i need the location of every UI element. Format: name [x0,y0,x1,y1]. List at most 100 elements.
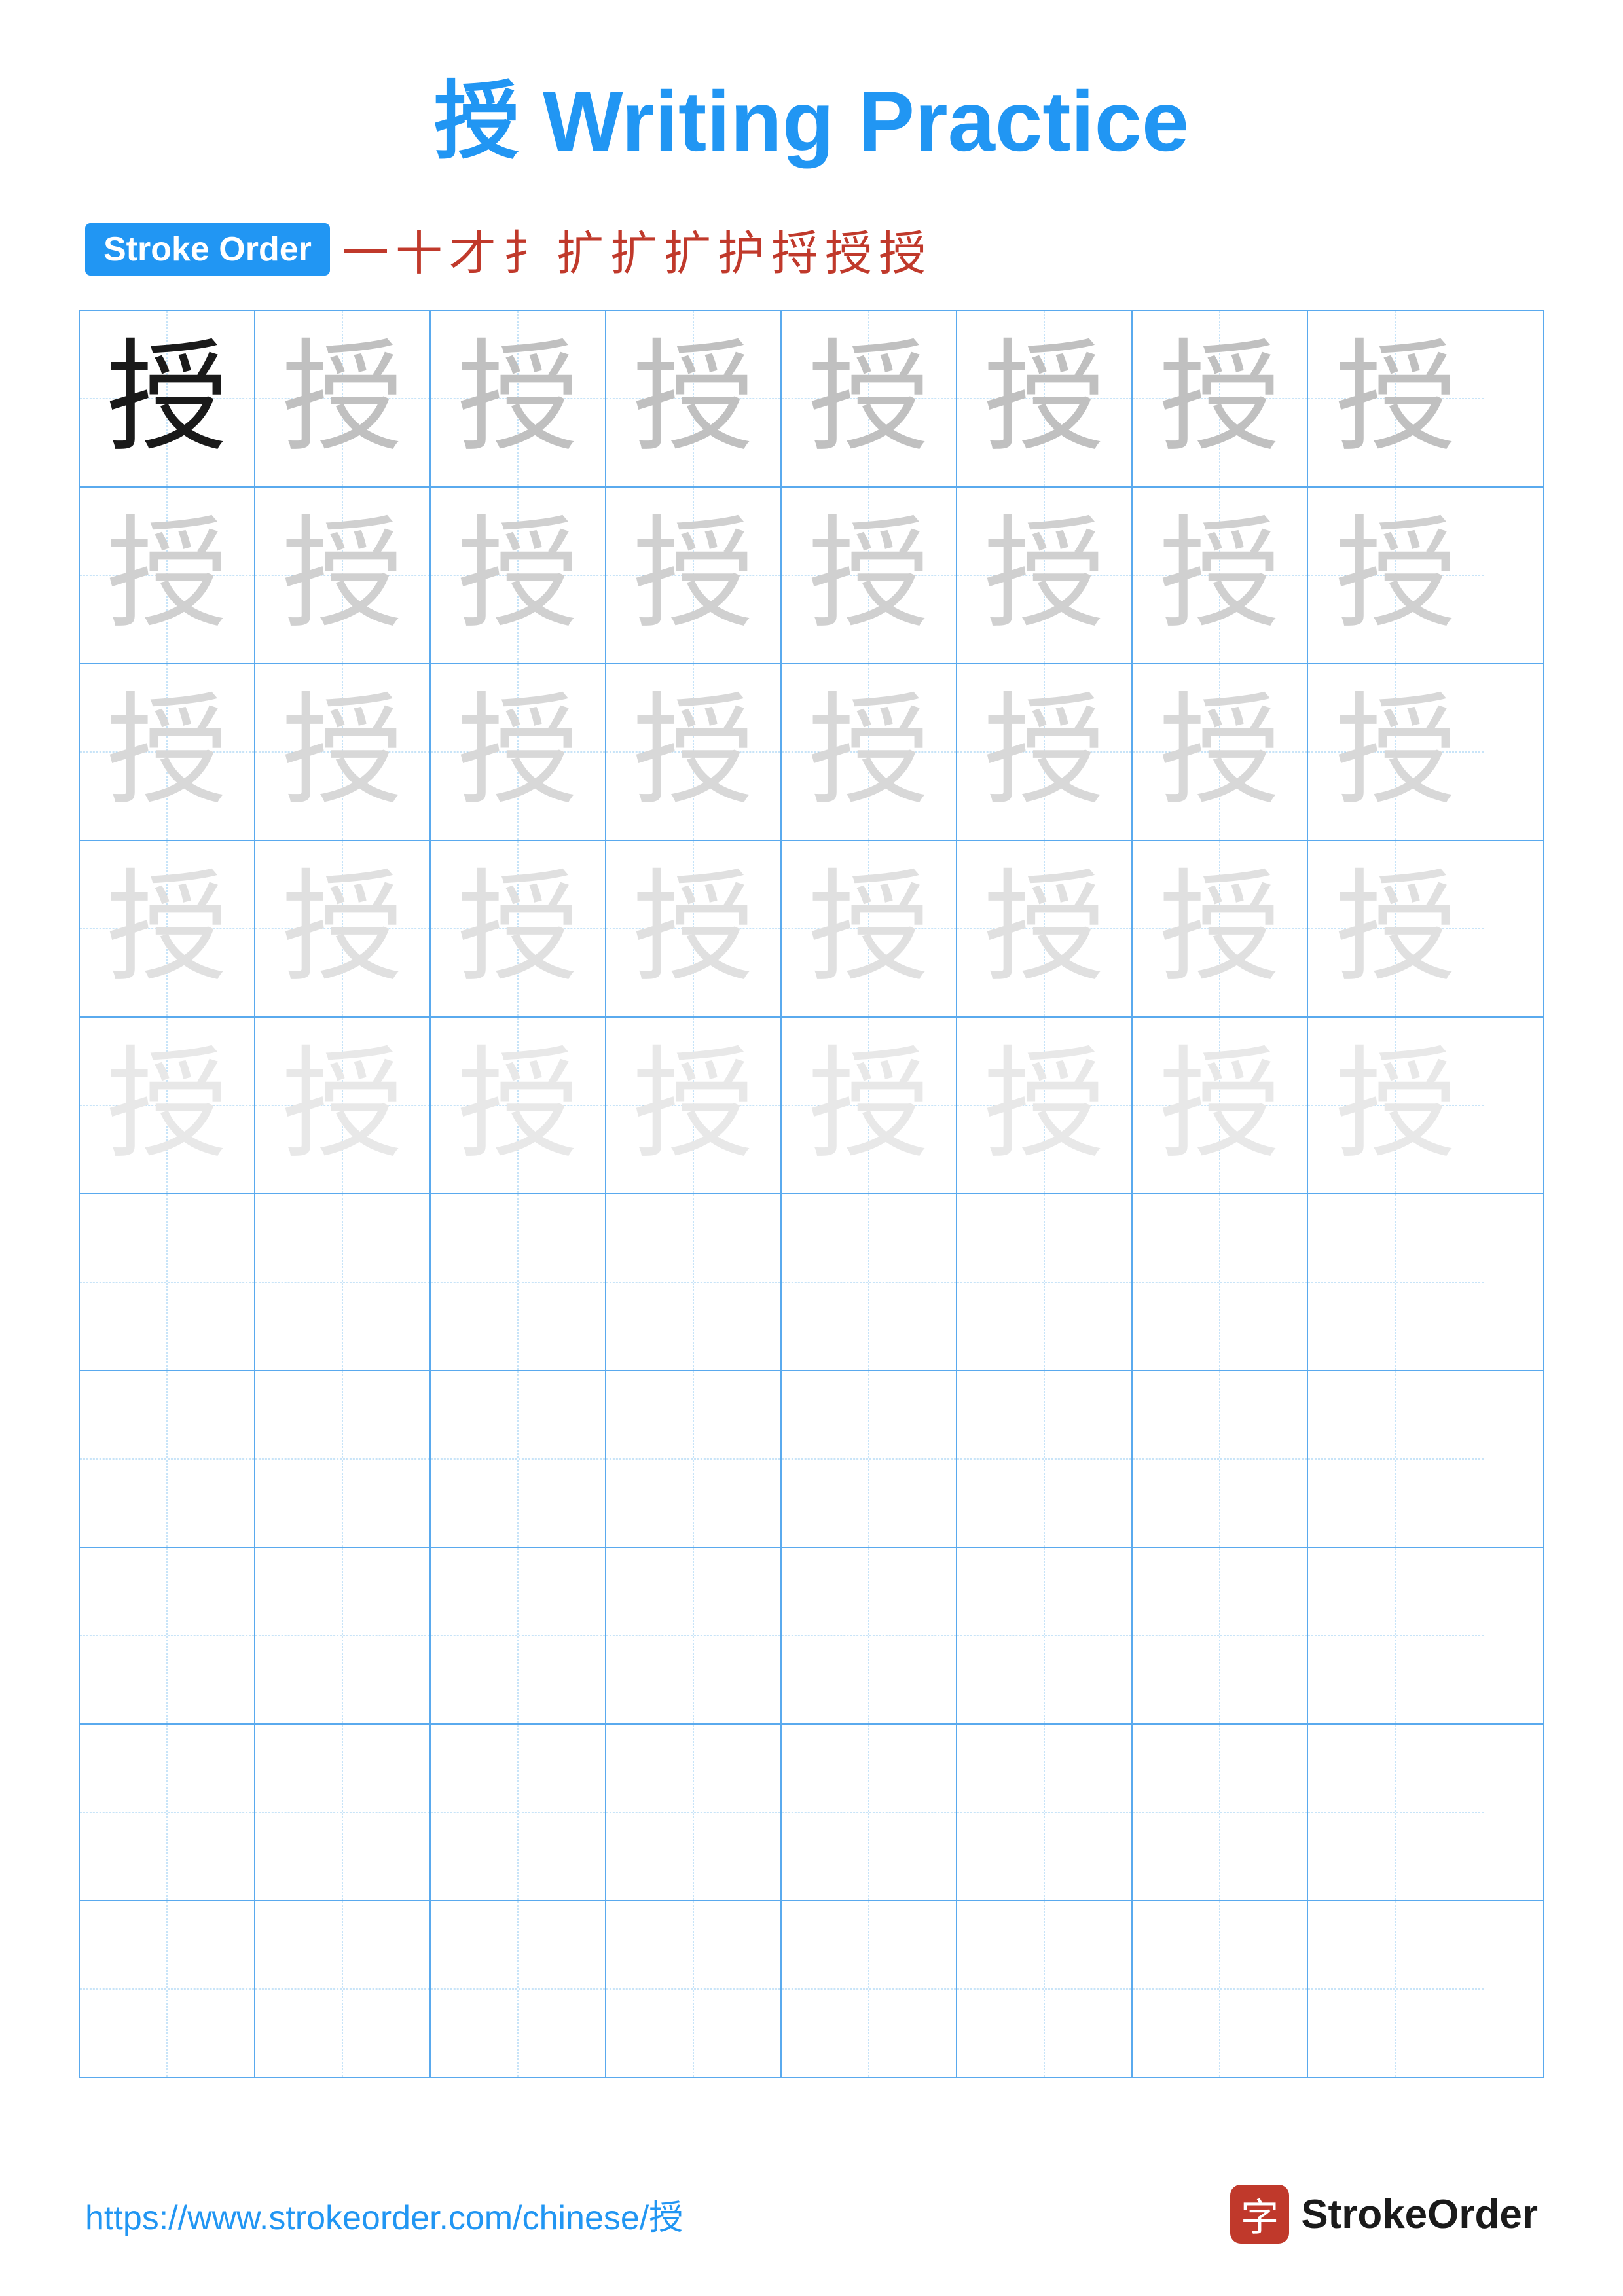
grid-cell-9-5[interactable] [957,1901,1133,2077]
grid-cell-6-0[interactable] [80,1371,255,1547]
grid-cell-9-7[interactable] [1308,1901,1484,2077]
grid-row-7 [80,1548,1543,1725]
grid-cell-6-1[interactable] [255,1371,431,1547]
cell-character: 授 [282,515,403,636]
grid-cell-7-6[interactable] [1133,1548,1308,1723]
stroke-char-4: 扩 [556,215,604,283]
cell-character: 授 [633,338,754,459]
grid-cell-7-3[interactable] [606,1548,782,1723]
logo-text: StrokeOrder [1301,2191,1538,2238]
cell-character: 授 [107,1045,228,1166]
grid-cell-7-1[interactable] [255,1548,431,1723]
grid-cell-0-0[interactable]: 授 [80,311,255,486]
grid-cell-8-4[interactable] [782,1725,957,1900]
grid-cell-2-5[interactable]: 授 [957,664,1133,840]
grid-cell-4-3[interactable]: 授 [606,1018,782,1193]
grid-row-3: 授授授授授授授授 [80,841,1543,1018]
grid-cell-3-5[interactable]: 授 [957,841,1133,1016]
grid-cell-1-5[interactable]: 授 [957,488,1133,663]
grid-cell-6-5[interactable] [957,1371,1133,1547]
cell-character: 授 [458,338,579,459]
grid-cell-3-2[interactable]: 授 [431,841,606,1016]
grid-cell-0-7[interactable]: 授 [1308,311,1484,486]
grid-cell-8-1[interactable] [255,1725,431,1900]
grid-cell-8-0[interactable] [80,1725,255,1900]
grid-cell-2-0[interactable]: 授 [80,664,255,840]
grid-cell-2-6[interactable]: 授 [1133,664,1308,840]
grid-cell-9-3[interactable] [606,1901,782,2077]
grid-cell-0-2[interactable]: 授 [431,311,606,486]
cell-character: 授 [1336,515,1457,636]
grid-cell-5-7[interactable] [1308,1194,1484,1370]
grid-cell-5-1[interactable] [255,1194,431,1370]
grid-cell-9-4[interactable] [782,1901,957,2077]
grid-cell-5-0[interactable] [80,1194,255,1370]
grid-cell-9-0[interactable] [80,1901,255,2077]
grid-cell-2-3[interactable]: 授 [606,664,782,840]
grid-row-9 [80,1901,1543,2077]
cell-character: 授 [1336,1045,1457,1166]
grid-cell-4-2[interactable]: 授 [431,1018,606,1193]
grid-cell-0-4[interactable]: 授 [782,311,957,486]
grid-cell-6-2[interactable] [431,1371,606,1547]
grid-cell-0-5[interactable]: 授 [957,311,1133,486]
grid-cell-9-6[interactable] [1133,1901,1308,2077]
grid-cell-4-5[interactable]: 授 [957,1018,1133,1193]
grid-cell-4-0[interactable]: 授 [80,1018,255,1193]
grid-cell-8-5[interactable] [957,1725,1133,1900]
grid-cell-3-3[interactable]: 授 [606,841,782,1016]
grid-cell-7-2[interactable] [431,1548,606,1723]
grid-cell-7-7[interactable] [1308,1548,1484,1723]
grid-cell-7-4[interactable] [782,1548,957,1723]
grid-cell-8-6[interactable] [1133,1725,1308,1900]
grid-cell-3-6[interactable]: 授 [1133,841,1308,1016]
grid-cell-5-6[interactable] [1133,1194,1308,1370]
grid-cell-2-7[interactable]: 授 [1308,664,1484,840]
grid-cell-4-7[interactable]: 授 [1308,1018,1484,1193]
grid-cell-3-0[interactable]: 授 [80,841,255,1016]
grid-cell-5-4[interactable] [782,1194,957,1370]
footer-url[interactable]: https://www.strokeorder.com/chinese/授 [85,2190,683,2239]
grid-cell-5-3[interactable] [606,1194,782,1370]
grid-cell-3-1[interactable]: 授 [255,841,431,1016]
grid-cell-0-3[interactable]: 授 [606,311,782,486]
grid-cell-3-7[interactable]: 授 [1308,841,1484,1016]
grid-cell-8-7[interactable] [1308,1725,1484,1900]
grid-cell-1-1[interactable]: 授 [255,488,431,663]
grid-cell-6-6[interactable] [1133,1371,1308,1547]
grid-cell-5-5[interactable] [957,1194,1133,1370]
stroke-order-row: Stroke Order 一 十 才 扌 扩 扩 扩 护 捋 授 授 [0,215,1623,283]
grid-cell-9-1[interactable] [255,1901,431,2077]
grid-cell-8-3[interactable] [606,1725,782,1900]
grid-cell-5-2[interactable] [431,1194,606,1370]
grid-cell-1-4[interactable]: 授 [782,488,957,663]
grid-cell-0-6[interactable]: 授 [1133,311,1308,486]
grid-cell-4-1[interactable]: 授 [255,1018,431,1193]
grid-cell-9-2[interactable] [431,1901,606,2077]
grid-cell-2-4[interactable]: 授 [782,664,957,840]
grid-cell-4-4[interactable]: 授 [782,1018,957,1193]
grid-cell-6-7[interactable] [1308,1371,1484,1547]
grid-cell-1-3[interactable]: 授 [606,488,782,663]
cell-character: 授 [107,869,228,990]
grid-row-4: 授授授授授授授授 [80,1018,1543,1194]
grid-cell-1-6[interactable]: 授 [1133,488,1308,663]
grid-cell-8-2[interactable] [431,1725,606,1900]
grid-cell-3-4[interactable]: 授 [782,841,957,1016]
grid-cell-2-1[interactable]: 授 [255,664,431,840]
grid-row-0: 授授授授授授授授 [80,311,1543,488]
grid-cell-7-5[interactable] [957,1548,1133,1723]
grid-cell-2-2[interactable]: 授 [431,664,606,840]
grid-cell-1-0[interactable]: 授 [80,488,255,663]
grid-cell-4-6[interactable]: 授 [1133,1018,1308,1193]
grid-cell-6-4[interactable] [782,1371,957,1547]
grid-cell-1-2[interactable]: 授 [431,488,606,663]
cell-character: 授 [1336,692,1457,813]
grid-cell-6-3[interactable] [606,1371,782,1547]
cell-character: 授 [1159,1045,1281,1166]
practice-grid: 授授授授授授授授授授授授授授授授授授授授授授授授授授授授授授授授授授授授授授授授 [79,310,1544,2078]
cell-character: 授 [458,515,579,636]
grid-cell-1-7[interactable]: 授 [1308,488,1484,663]
grid-cell-7-0[interactable] [80,1548,255,1723]
grid-cell-0-1[interactable]: 授 [255,311,431,486]
